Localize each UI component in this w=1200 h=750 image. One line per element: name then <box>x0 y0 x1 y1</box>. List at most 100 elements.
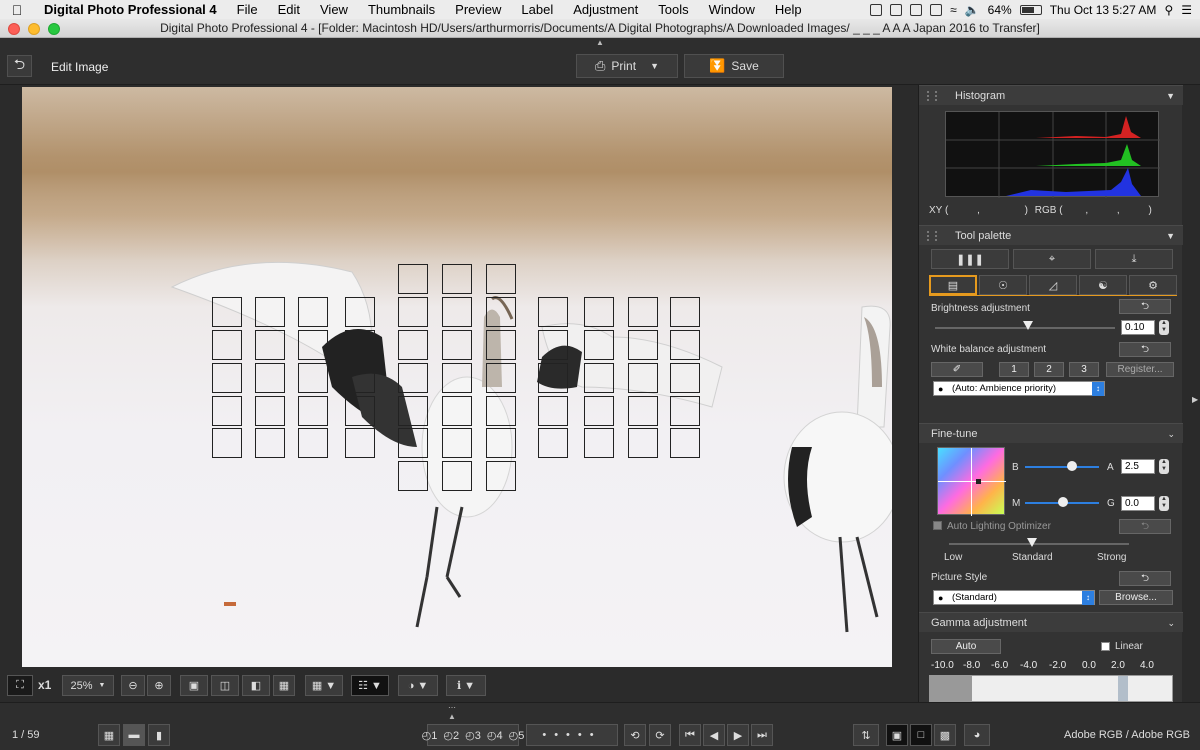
tab-color[interactable]: ☯ <box>1079 275 1127 295</box>
menu-edit[interactable]: Edit <box>268 2 310 17</box>
g-stepper[interactable]: ▲ ▼ <box>1159 496 1169 511</box>
ba-slider-track[interactable] <box>1025 466 1099 468</box>
filmstrip-toggle-icon[interactable]: ⋯ ▲ <box>448 703 456 721</box>
filmstrip-view-button[interactable]: ▮ <box>148 724 170 746</box>
panel-layout-1-button[interactable]: ▣ <box>886 724 908 746</box>
chevron-down-icon[interactable]: ▼ <box>650 61 659 71</box>
wb-custom-3-button[interactable]: 3 <box>1069 362 1099 377</box>
print-button[interactable]: ⎙ Print ▼ <box>576 54 678 78</box>
menu-view[interactable]: View <box>310 2 358 17</box>
picture-style-reset-button[interactable]: ⮌ <box>1119 571 1171 586</box>
tab-lens-correction[interactable]: ☉ <box>979 275 1027 295</box>
zoom-select[interactable]: 25% ▼ <box>62 675 114 696</box>
info-button[interactable]: ℹ ▼ <box>446 675 486 696</box>
previous-image-button[interactable]: ◀ <box>703 724 725 746</box>
notifications-icon[interactable]: ☰ <box>1181 3 1192 17</box>
brightness-stepper[interactable]: ▲ ▼ <box>1159 320 1169 335</box>
menu-help[interactable]: Help <box>765 2 812 17</box>
save-button[interactable]: ⏬ Save <box>684 54 784 78</box>
menu-adjustment[interactable]: Adjustment <box>563 2 648 17</box>
volume-icon[interactable]: 🔈 <box>965 3 980 17</box>
status-icon[interactable] <box>890 3 903 16</box>
wb-custom-1-button[interactable]: 1 <box>999 362 1029 377</box>
eyedropper-button[interactable]: ✐ <box>931 362 983 377</box>
first-image-button[interactable]: ⏮ <box>679 724 701 746</box>
alo-slider-knob[interactable] <box>1027 538 1037 547</box>
chevron-down-icon[interactable]: ▼ <box>1166 226 1175 246</box>
drag-handle-icon[interactable] <box>927 91 937 101</box>
toolbar-collapse-icon[interactable]: ▲ <box>596 38 604 47</box>
crane-photo[interactable] <box>22 87 892 667</box>
brightness-value-field[interactable]: 0.10 <box>1121 320 1155 335</box>
status-icon[interactable] <box>930 3 943 16</box>
fit-to-window-button[interactable]: ⛶ <box>7 675 33 696</box>
crop-tool-button[interactable]: ⌖ <box>1013 249 1091 269</box>
zoom-multiplier[interactable]: x1 <box>38 678 51 692</box>
gamma-graph[interactable] <box>929 675 1173 702</box>
gamma-handle-blue[interactable] <box>1118 676 1128 701</box>
output-tool-button[interactable]: ⤓ <box>1095 249 1173 269</box>
a-stepper[interactable]: ▲ ▼ <box>1159 459 1169 474</box>
double-chevron-icon[interactable]: ⌄ <box>1167 613 1175 633</box>
camera-icon[interactable]: ◕ <box>964 724 990 746</box>
drag-handle-icon[interactable] <box>927 231 937 241</box>
next-image-button[interactable]: ▶ <box>727 724 749 746</box>
rating-2-button[interactable]: ◴2 <box>443 729 459 742</box>
rating-4-button[interactable]: ◴4 <box>487 729 503 742</box>
af-point-toggle-button[interactable]: ▣ <box>180 675 208 696</box>
sort-button[interactable]: ⇅ <box>853 724 879 746</box>
tab-settings[interactable]: ⚙ <box>1129 275 1177 295</box>
split-view-button[interactable]: ◧ <box>242 675 270 696</box>
linear-checkbox[interactable] <box>1101 642 1110 651</box>
browse-button[interactable]: Browse... <box>1099 590 1173 605</box>
star-rating[interactable]: ••••• <box>526 724 618 746</box>
rating-1-button[interactable]: ◴1 <box>422 729 438 742</box>
status-icon[interactable] <box>870 3 883 16</box>
compare-button[interactable]: ◫ <box>211 675 239 696</box>
histogram-header[interactable]: Histogram ▼ <box>919 85 1183 105</box>
panel-collapse-strip[interactable]: ▶ <box>1182 85 1200 702</box>
battery-icon[interactable] <box>1019 4 1042 15</box>
brightness-reset-button[interactable]: ⮌ <box>1119 299 1171 314</box>
close-window-icon[interactable] <box>8 23 20 35</box>
ba-slider-knob[interactable] <box>1067 461 1077 471</box>
chevron-right-icon[interactable]: ▶ <box>1192 395 1198 404</box>
brightness-slider-knob[interactable] <box>1023 321 1033 330</box>
rotate-left-button[interactable]: ⟲ <box>624 724 646 746</box>
color-wheel-grid[interactable] <box>937 447 1006 516</box>
g-value-field[interactable]: 0.0 <box>1121 496 1155 511</box>
guide-lines-button[interactable]: ▦ ▼ <box>305 675 343 696</box>
minimize-window-icon[interactable] <box>28 23 40 35</box>
fine-tune-header[interactable]: Fine-tune ⌄ <box>919 423 1183 443</box>
menu-preview[interactable]: Preview <box>445 2 511 17</box>
double-chevron-icon[interactable]: ⌄ <box>1167 424 1175 444</box>
battery-percent[interactable]: 64% <box>988 3 1012 17</box>
alo-reset-button[interactable]: ⮌ <box>1119 519 1171 534</box>
single-view-button[interactable]: ▬ <box>123 724 145 746</box>
apple-menu-icon[interactable]:  <box>0 2 34 18</box>
back-button[interactable]: ⮌ <box>7 55 32 77</box>
a-value-field[interactable]: 2.5 <box>1121 459 1155 474</box>
menu-app-name[interactable]: Digital Photo Professional 4 <box>34 2 227 17</box>
tool-palette-header[interactable]: Tool palette ▼ <box>919 225 1183 245</box>
rating-3-button[interactable]: ◴3 <box>465 729 481 742</box>
menu-window[interactable]: Window <box>699 2 765 17</box>
last-image-button[interactable]: ⏭ <box>751 724 773 746</box>
alo-slider-track[interactable] <box>949 543 1129 545</box>
search-icon[interactable]: ⚲ <box>1164 3 1173 17</box>
grid-overlay-button[interactable]: ▦ <box>273 675 295 696</box>
register-button[interactable]: Register... <box>1106 362 1174 377</box>
white-balance-reset-button[interactable]: ⮌ <box>1119 342 1171 357</box>
panel-layout-2-button[interactable]: □ <box>910 724 932 746</box>
menu-thumbnails[interactable]: Thumbnails <box>358 2 445 17</box>
menu-tools[interactable]: Tools <box>648 2 698 17</box>
mg-slider-knob[interactable] <box>1058 497 1068 507</box>
tab-tone-curve[interactable]: ◿ <box>1029 275 1077 295</box>
wb-custom-2-button[interactable]: 2 <box>1034 362 1064 377</box>
af-points-button[interactable]: ☷ ▼ <box>351 675 389 696</box>
picture-style-select[interactable]: ● (Standard) ↕ <box>933 590 1095 605</box>
clock[interactable]: Thu Oct 13 5:27 AM <box>1050 3 1157 17</box>
gamma-header[interactable]: Gamma adjustment ⌄ <box>919 612 1183 632</box>
zoom-in-button[interactable]: ⊕ <box>147 675 171 696</box>
zoom-window-icon[interactable] <box>48 23 60 35</box>
